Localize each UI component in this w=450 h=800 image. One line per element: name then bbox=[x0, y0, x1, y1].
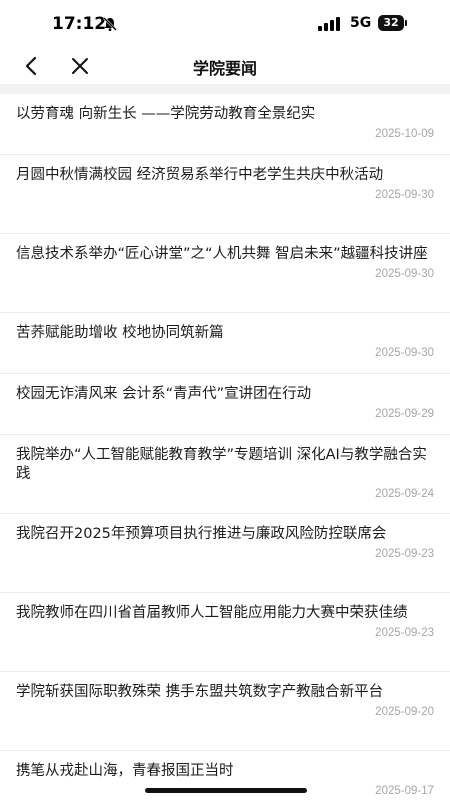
status-time: 17:12 bbox=[52, 14, 107, 34]
news-title: 月圆中秋情满校园 经济贸易系举行中老学生共庆中秋活动 bbox=[16, 167, 384, 183]
battery-icon: 32 bbox=[378, 15, 407, 31]
news-title: 校园无诈清风来 会计系“青声代”宣讲团在行动 bbox=[16, 386, 312, 402]
signal-icon bbox=[318, 17, 340, 31]
news-item[interactable]: 校园无诈清风来 会计系“青声代”宣讲团在行动 2025-09-29 bbox=[0, 374, 450, 435]
news-date: 2025-09-23 bbox=[375, 548, 434, 560]
news-item[interactable]: 我院召开2025年预算项目执行推进与廉政风险防控联席会 2025-09-23 bbox=[0, 514, 450, 593]
news-date: 2025-09-30 bbox=[375, 189, 434, 201]
news-date: 2025-09-24 bbox=[375, 488, 434, 500]
news-title: 苦荞赋能助增收 校地协同筑新篇 bbox=[16, 325, 224, 341]
bell-muted-icon bbox=[103, 17, 117, 31]
news-title: 以劳育魂 向新生长 ——学院劳动教育全景纪实 bbox=[16, 106, 316, 122]
header-divider bbox=[0, 84, 450, 94]
news-date: 2025-09-29 bbox=[375, 408, 434, 420]
news-title: 我院召开2025年预算项目执行推进与廉政风险防控联席会 bbox=[16, 526, 387, 542]
news-title: 学院斩获国际职教殊荣 携手东盟共筑数字产教融合新平台 bbox=[16, 684, 384, 700]
news-date: 2025-09-30 bbox=[375, 347, 434, 359]
news-list: 以劳育魂 向新生长 ——学院劳动教育全景纪实 2025-10-09 月圆中秋情满… bbox=[0, 94, 450, 800]
news-item[interactable]: 我院举办“人工智能赋能教育教学”专题培训 深化AI与教学融合实践 2025-09… bbox=[0, 435, 450, 514]
news-title: 我院举办“人工智能赋能教育教学”专题培训 深化AI与教学融合实践 bbox=[16, 447, 427, 482]
news-item[interactable]: 月圆中秋情满校园 经济贸易系举行中老学生共庆中秋活动 2025-09-30 bbox=[0, 155, 450, 234]
news-title: 信息技术系举办“匠心讲堂”之“人机共舞 智启未来”越疆科技讲座 bbox=[16, 246, 428, 262]
news-item[interactable]: 信息技术系举办“匠心讲堂”之“人机共舞 智启未来”越疆科技讲座 2025-09-… bbox=[0, 234, 450, 313]
news-item[interactable]: 以劳育魂 向新生长 ——学院劳动教育全景纪实 2025-10-09 bbox=[0, 94, 450, 155]
nav-bar: 学院要闻 bbox=[0, 48, 450, 84]
news-item[interactable]: 学院斩获国际职教殊荣 携手东盟共筑数字产教融合新平台 2025-09-20 bbox=[0, 672, 450, 751]
home-indicator[interactable] bbox=[145, 788, 307, 793]
news-item[interactable]: 我院教师在四川省首届教师人工智能应用能力大赛中荣获佳绩 2025-09-23 bbox=[0, 593, 450, 672]
news-item[interactable]: 苦荞赋能助增收 校地协同筑新篇 2025-09-30 bbox=[0, 313, 450, 374]
page-title: 学院要闻 bbox=[192, 59, 257, 78]
news-date: 2025-09-30 bbox=[375, 268, 434, 280]
news-date: 2025-09-20 bbox=[375, 706, 434, 718]
news-date: 2025-10-09 bbox=[375, 128, 434, 140]
status-bar: 17:12 5G 32 bbox=[0, 0, 450, 48]
news-date: 2025-09-23 bbox=[375, 627, 434, 639]
network-label: 5G bbox=[350, 15, 372, 31]
news-title: 携笔从戎赴山海，青春报国正当时 bbox=[16, 763, 234, 779]
news-title: 我院教师在四川省首届教师人工智能应用能力大赛中荣获佳绩 bbox=[16, 605, 408, 621]
